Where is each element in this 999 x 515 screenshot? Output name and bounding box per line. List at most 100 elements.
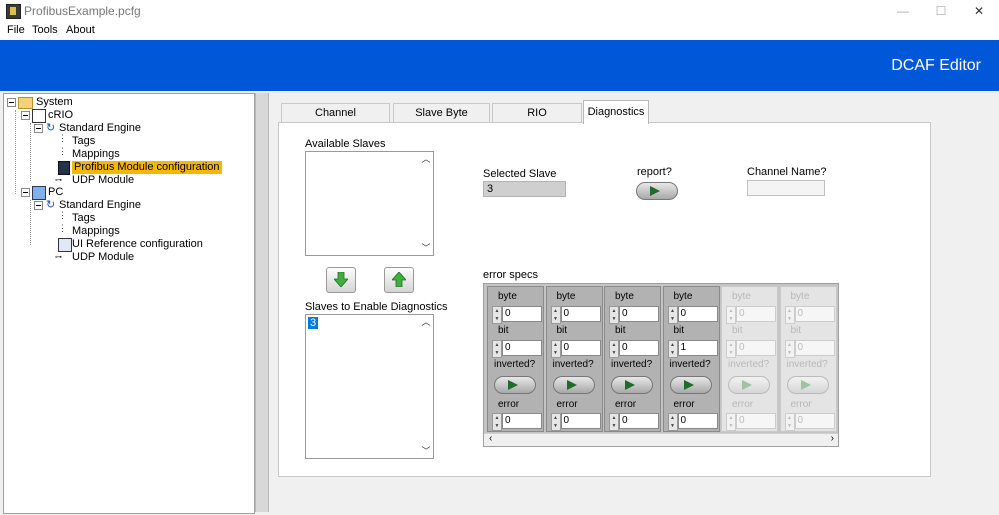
byte-value[interactable]: 0 xyxy=(794,306,835,322)
collapse-icon[interactable] xyxy=(34,124,43,133)
inverted-toggle[interactable] xyxy=(494,376,536,394)
spinner-icon[interactable]: ▲ ▼ xyxy=(550,413,561,431)
spinner-icon[interactable]: ▲ ▼ xyxy=(492,306,502,324)
spinner-icon[interactable]: ▲ ▼ xyxy=(609,340,619,358)
byte-numeric[interactable]: ▲ ▼ 0 xyxy=(784,306,835,324)
tree-node-crio[interactable]: cRIO xyxy=(21,109,241,123)
menu-about[interactable]: About xyxy=(66,24,95,36)
byte-value[interactable]: 0 xyxy=(560,306,601,322)
spinner-icon[interactable]: ▲ ▼ xyxy=(667,413,678,431)
inverted-toggle[interactable] xyxy=(611,376,653,394)
byte-value[interactable]: 0 xyxy=(619,306,659,322)
bit-value[interactable]: 0 xyxy=(502,340,542,356)
scroll-down-icon[interactable]: ﹀ xyxy=(421,243,431,253)
spinner-icon[interactable]: ▲ ▼ xyxy=(492,413,502,431)
menu-tools[interactable]: Tools xyxy=(32,24,58,36)
inverted-toggle[interactable] xyxy=(786,376,829,394)
channel-name-input[interactable] xyxy=(747,180,825,196)
collapse-icon[interactable] xyxy=(21,188,30,197)
bit-value[interactable]: 0 xyxy=(619,340,659,356)
spinner-icon[interactable]: ▲ ▼ xyxy=(550,306,561,324)
bit-value[interactable]: 1 xyxy=(677,340,718,356)
error-value[interactable]: 0 xyxy=(736,413,776,429)
byte-value[interactable]: 0 xyxy=(677,306,718,322)
spinner-icon[interactable]: ▲ ▼ xyxy=(609,306,619,324)
tree-node-pc[interactable]: PC xyxy=(21,186,241,200)
bit-numeric[interactable]: ▲ ▼ 0 xyxy=(609,340,659,358)
report-toggle[interactable] xyxy=(636,182,678,200)
spinner-icon[interactable]: ▲ ▼ xyxy=(667,306,678,324)
error-value[interactable]: 0 xyxy=(794,413,835,429)
error-value[interactable]: 0 xyxy=(560,413,601,429)
tree-node-system[interactable]: System xyxy=(7,96,247,109)
error-value[interactable]: 0 xyxy=(677,413,718,429)
scroll-down-icon[interactable]: ﹀ xyxy=(421,446,431,456)
list-item[interactable]: 3 xyxy=(308,317,319,329)
byte-numeric[interactable]: ▲ ▼ 0 xyxy=(667,306,718,324)
bit-numeric[interactable]: ▲ ▼ 0 xyxy=(492,340,542,358)
bit-numeric[interactable]: ▲ ▼ 0 xyxy=(550,340,601,358)
spinner-icon[interactable]: ▲ ▼ xyxy=(609,413,619,431)
error-spec-cluster[interactable]: byte ▲ ▼ 0 bit ▲ ▼ 0 inverted? error ▲ ▼ 0 xyxy=(604,286,661,432)
tab-channel-configuration[interactable]: Channel Configuration xyxy=(281,103,390,138)
spinner-icon[interactable]: ▲ ▼ xyxy=(492,340,502,358)
available-slaves-list[interactable]: ︿ ﹀ xyxy=(305,151,434,256)
error-numeric[interactable]: ▲ ▼ 0 xyxy=(492,413,542,431)
maximize-button[interactable]: ☐ xyxy=(922,0,960,22)
inverted-toggle[interactable] xyxy=(669,376,712,394)
error-spec-cluster[interactable]: byte ▲ ▼ 0 bit ▲ ▼ 0 inverted? error ▲ ▼ 0 xyxy=(545,286,603,432)
byte-numeric[interactable]: ▲ ▼ 0 xyxy=(609,306,659,324)
vertical-scrollbar[interactable]: ︿ ﹀ xyxy=(419,315,433,458)
scroll-left-icon[interactable]: ‹ xyxy=(489,433,492,444)
bit-value[interactable]: 0 xyxy=(794,340,835,356)
spinner-icon[interactable]: ▲ ▼ xyxy=(726,306,736,324)
inverted-toggle[interactable] xyxy=(552,376,595,394)
byte-value[interactable]: 0 xyxy=(736,306,776,322)
error-numeric[interactable]: ▲ ▼ 0 xyxy=(726,413,776,431)
close-button[interactable]: ✕ xyxy=(960,0,998,22)
tab-rio-configuration[interactable]: RIO Configuration xyxy=(492,103,582,138)
spinner-icon[interactable]: ▲ ▼ xyxy=(784,340,795,358)
byte-numeric[interactable]: ▲ ▼ 0 xyxy=(726,306,776,324)
collapse-icon[interactable] xyxy=(21,111,30,120)
spinner-icon[interactable]: ▲ ▼ xyxy=(550,340,561,358)
vertical-scrollbar[interactable]: ︿ ﹀ xyxy=(419,152,433,255)
move-down-button[interactable] xyxy=(326,267,356,293)
bit-value[interactable]: 0 xyxy=(736,340,776,356)
spinner-icon[interactable]: ▲ ▼ xyxy=(784,413,795,431)
scroll-up-icon[interactable]: ︿ xyxy=(421,317,431,327)
error-specs-array[interactable]: byte ▲ ▼ 0 bit ▲ ▼ 0 inverted? error ▲ ▼ 0 byte ▲ ▼ 0 bit… xyxy=(483,283,839,447)
bit-numeric[interactable]: ▲ ▼ 0 xyxy=(784,340,835,358)
error-value[interactable]: 0 xyxy=(619,413,659,429)
bit-value[interactable]: 0 xyxy=(560,340,601,356)
byte-numeric[interactable]: ▲ ▼ 0 xyxy=(492,306,542,324)
slaves-enable-list[interactable]: 3 ︿ ﹀ xyxy=(305,314,434,459)
collapse-icon[interactable] xyxy=(34,201,43,210)
bit-numeric[interactable]: ▲ ▼ 0 xyxy=(726,340,776,358)
move-up-button[interactable] xyxy=(384,267,414,293)
byte-numeric[interactable]: ▲ ▼ 0 xyxy=(550,306,601,324)
spinner-icon[interactable]: ▲ ▼ xyxy=(667,340,678,358)
error-numeric[interactable]: ▲ ▼ 0 xyxy=(550,413,601,431)
spinner-icon[interactable]: ▲ ▼ xyxy=(726,413,736,431)
error-spec-cluster[interactable]: byte ▲ ▼ 0 bit ▲ ▼ 1 inverted? error ▲ ▼ 0 xyxy=(662,286,720,432)
error-numeric[interactable]: ▲ ▼ 0 xyxy=(784,413,835,431)
bit-numeric[interactable]: ▲ ▼ 1 xyxy=(667,340,718,358)
menu-file[interactable]: File xyxy=(7,24,25,36)
spinner-icon[interactable]: ▲ ▼ xyxy=(726,340,736,358)
scroll-up-icon[interactable]: ︿ xyxy=(421,154,431,164)
tab-slave-byte-ordering[interactable]: Slave Byte Ordering xyxy=(393,103,490,138)
tab-diagnostics[interactable]: Diagnostics xyxy=(583,100,649,124)
project-tree[interactable]: System cRIO ↻ Standard Engine ⋮ Tags ⋮ M… xyxy=(3,93,255,514)
scroll-right-icon[interactable]: › xyxy=(831,433,834,444)
inverted-toggle[interactable] xyxy=(728,376,770,394)
panel-splitter[interactable] xyxy=(255,93,269,512)
error-spec-cluster[interactable]: byte ▲ ▼ 0 bit ▲ ▼ 0 inverted? error ▲ ▼ 0 xyxy=(487,286,544,432)
spinner-icon[interactable]: ▲ ▼ xyxy=(784,306,795,324)
byte-value[interactable]: 0 xyxy=(502,306,542,322)
horizontal-scrollbar[interactable]: ‹ › xyxy=(484,433,838,446)
error-value[interactable]: 0 xyxy=(502,413,542,429)
error-numeric[interactable]: ▲ ▼ 0 xyxy=(667,413,718,431)
minimize-button[interactable]: — xyxy=(884,0,922,22)
error-numeric[interactable]: ▲ ▼ 0 xyxy=(609,413,659,431)
